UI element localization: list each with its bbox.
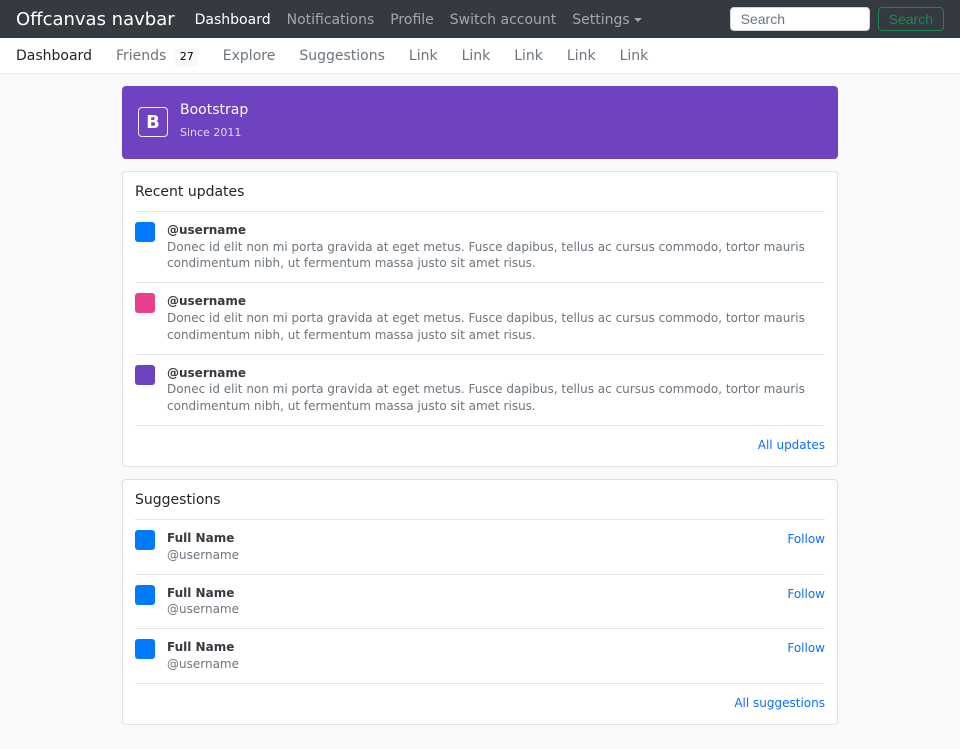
all-suggestions-link[interactable]: All suggestions bbox=[135, 684, 825, 714]
subnav-link[interactable]: Link bbox=[462, 46, 491, 67]
follow-button[interactable]: Follow bbox=[787, 639, 825, 657]
subnav-link[interactable]: Link bbox=[620, 46, 649, 67]
topnav-notifications[interactable]: Notifications bbox=[279, 8, 383, 32]
secondary-nav: Dashboard Friends 27 Explore Suggestions… bbox=[0, 38, 960, 74]
topnav-settings-label: Settings bbox=[572, 12, 629, 28]
navbar-search: Search bbox=[730, 7, 944, 31]
follow-button[interactable]: Follow bbox=[787, 530, 825, 548]
avatar bbox=[135, 293, 155, 313]
recent-updates-card: Recent updates @username Donec id elit n… bbox=[122, 171, 838, 467]
top-navbar: Offcanvas navbar Dashboard Notifications… bbox=[0, 0, 960, 38]
top-nav-list: Dashboard Notifications Profile Switch a… bbox=[187, 7, 650, 31]
suggestion-body: Full Name @username bbox=[167, 585, 787, 619]
avatar bbox=[135, 530, 155, 550]
suggestion-handle: @username bbox=[167, 601, 787, 618]
hero-subtitle: Since 2011 bbox=[180, 126, 241, 139]
bootstrap-logo-icon: B bbox=[138, 107, 168, 137]
suggestion-body: Full Name @username bbox=[167, 639, 787, 673]
topnav-profile[interactable]: Profile bbox=[382, 8, 442, 32]
updates-title: Recent updates bbox=[135, 182, 825, 212]
avatar bbox=[135, 639, 155, 659]
update-body: @username Donec id elit non mi porta gra… bbox=[167, 365, 825, 415]
friends-badge: 27 bbox=[175, 48, 199, 67]
suggestion-item: Full Name @username Follow bbox=[135, 520, 825, 575]
chevron-down-icon bbox=[634, 18, 642, 22]
hero: B Bootstrap Since 2011 bbox=[122, 86, 838, 159]
update-item: @username Donec id elit non mi porta gra… bbox=[135, 212, 825, 283]
subnav-friends[interactable]: Friends 27 bbox=[116, 46, 199, 67]
suggestion-body: Full Name @username bbox=[167, 530, 787, 564]
subnav-friends-label: Friends bbox=[116, 48, 166, 64]
suggestions-card: Suggestions Full Name @username Follow F… bbox=[122, 479, 838, 725]
all-updates-link[interactable]: All updates bbox=[135, 426, 825, 456]
avatar bbox=[135, 585, 155, 605]
subnav-link[interactable]: Link bbox=[567, 46, 596, 67]
topnav-dashboard[interactable]: Dashboard bbox=[187, 8, 279, 32]
search-button[interactable]: Search bbox=[878, 7, 944, 31]
suggestion-name: Full Name bbox=[167, 585, 787, 602]
main-container: B Bootstrap Since 2011 Recent updates @u… bbox=[110, 74, 850, 749]
update-body: @username Donec id elit non mi porta gra… bbox=[167, 222, 825, 272]
subnav-explore[interactable]: Explore bbox=[223, 46, 276, 67]
subnav-dashboard[interactable]: Dashboard bbox=[16, 46, 92, 67]
suggestion-item: Full Name @username Follow bbox=[135, 629, 825, 684]
update-user: @username bbox=[167, 222, 825, 239]
subnav-link[interactable]: Link bbox=[514, 46, 543, 67]
avatar bbox=[135, 365, 155, 385]
update-user: @username bbox=[167, 293, 825, 310]
update-body: @username Donec id elit non mi porta gra… bbox=[167, 293, 825, 343]
brand[interactable]: Offcanvas navbar bbox=[16, 6, 187, 33]
hero-title: Bootstrap bbox=[180, 102, 248, 119]
suggestion-handle: @username bbox=[167, 547, 787, 564]
update-item: @username Donec id elit non mi porta gra… bbox=[135, 283, 825, 354]
suggestion-name: Full Name bbox=[167, 639, 787, 656]
subnav-link[interactable]: Link bbox=[409, 46, 438, 67]
suggestion-handle: @username bbox=[167, 656, 787, 673]
update-item: @username Donec id elit non mi porta gra… bbox=[135, 355, 825, 426]
hero-text: Bootstrap Since 2011 bbox=[180, 102, 248, 143]
topnav-switch-account[interactable]: Switch account bbox=[442, 8, 565, 32]
update-text: Donec id elit non mi porta gravida at eg… bbox=[167, 240, 805, 271]
suggestions-title: Suggestions bbox=[135, 490, 825, 520]
update-user: @username bbox=[167, 365, 825, 382]
subnav-suggestions[interactable]: Suggestions bbox=[299, 46, 385, 67]
update-text: Donec id elit non mi porta gravida at eg… bbox=[167, 382, 805, 413]
update-text: Donec id elit non mi porta gravida at eg… bbox=[167, 311, 805, 342]
search-input[interactable] bbox=[730, 7, 870, 31]
suggestion-name: Full Name bbox=[167, 530, 787, 547]
suggestion-item: Full Name @username Follow bbox=[135, 575, 825, 630]
avatar bbox=[135, 222, 155, 242]
topnav-settings[interactable]: Settings bbox=[564, 8, 649, 32]
